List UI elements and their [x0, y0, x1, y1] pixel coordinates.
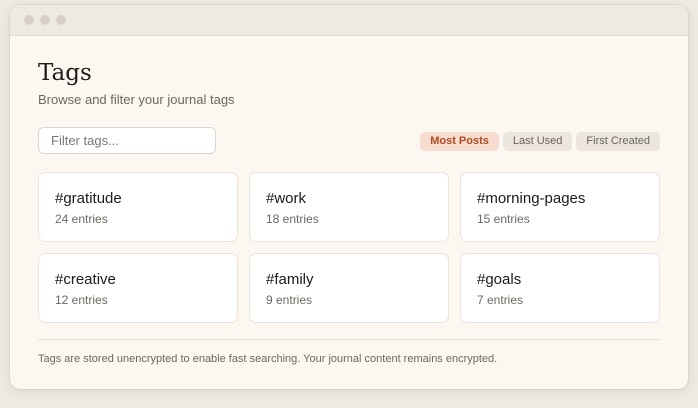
- close-window-icon[interactable]: [24, 15, 34, 25]
- tag-card[interactable]: #goals 7 entries: [460, 253, 660, 323]
- tag-entry-count: 18 entries: [266, 212, 319, 226]
- footer-divider: [38, 339, 660, 340]
- encryption-note: Tags are stored unencrypted to enable fa…: [38, 353, 498, 365]
- tag-name: #work: [266, 190, 307, 207]
- tag-name: #goals: [477, 271, 522, 288]
- sort-options: Most Posts Last Used First Created: [420, 132, 660, 151]
- tag-card[interactable]: #family 9 entries: [249, 253, 449, 323]
- app-window: Tags Browse and filter your journal tags…: [10, 5, 688, 389]
- tag-entry-count: 9 entries: [266, 293, 313, 307]
- sort-last-used-button[interactable]: Last Used: [502, 132, 573, 151]
- filter-tags-input[interactable]: [38, 127, 216, 154]
- tag-name: #family: [266, 271, 314, 288]
- tag-name: #morning-pages: [477, 190, 586, 207]
- tag-card[interactable]: #creative 12 entries: [38, 253, 238, 323]
- tag-name: #creative: [55, 271, 116, 288]
- page-title: Tags: [38, 60, 92, 86]
- minimize-window-icon[interactable]: [40, 15, 50, 25]
- sort-first-created-button[interactable]: First Created: [576, 132, 660, 151]
- zoom-window-icon[interactable]: [56, 15, 66, 25]
- tag-entry-count: 12 entries: [55, 293, 108, 307]
- tag-entry-count: 7 entries: [477, 293, 524, 307]
- tag-name: #gratitude: [55, 190, 122, 207]
- tag-card[interactable]: #gratitude 24 entries: [38, 172, 238, 242]
- tag-entry-count: 15 entries: [477, 212, 530, 226]
- tag-grid: #gratitude 24 entries #work 18 entries #…: [38, 172, 660, 323]
- sort-most-posts-button[interactable]: Most Posts: [420, 132, 499, 151]
- title-bar: [10, 5, 688, 36]
- tag-card[interactable]: #work 18 entries: [249, 172, 449, 242]
- tag-entry-count: 24 entries: [55, 212, 108, 226]
- page-subtitle: Browse and filter your journal tags: [38, 92, 235, 107]
- tag-card[interactable]: #morning-pages 15 entries: [460, 172, 660, 242]
